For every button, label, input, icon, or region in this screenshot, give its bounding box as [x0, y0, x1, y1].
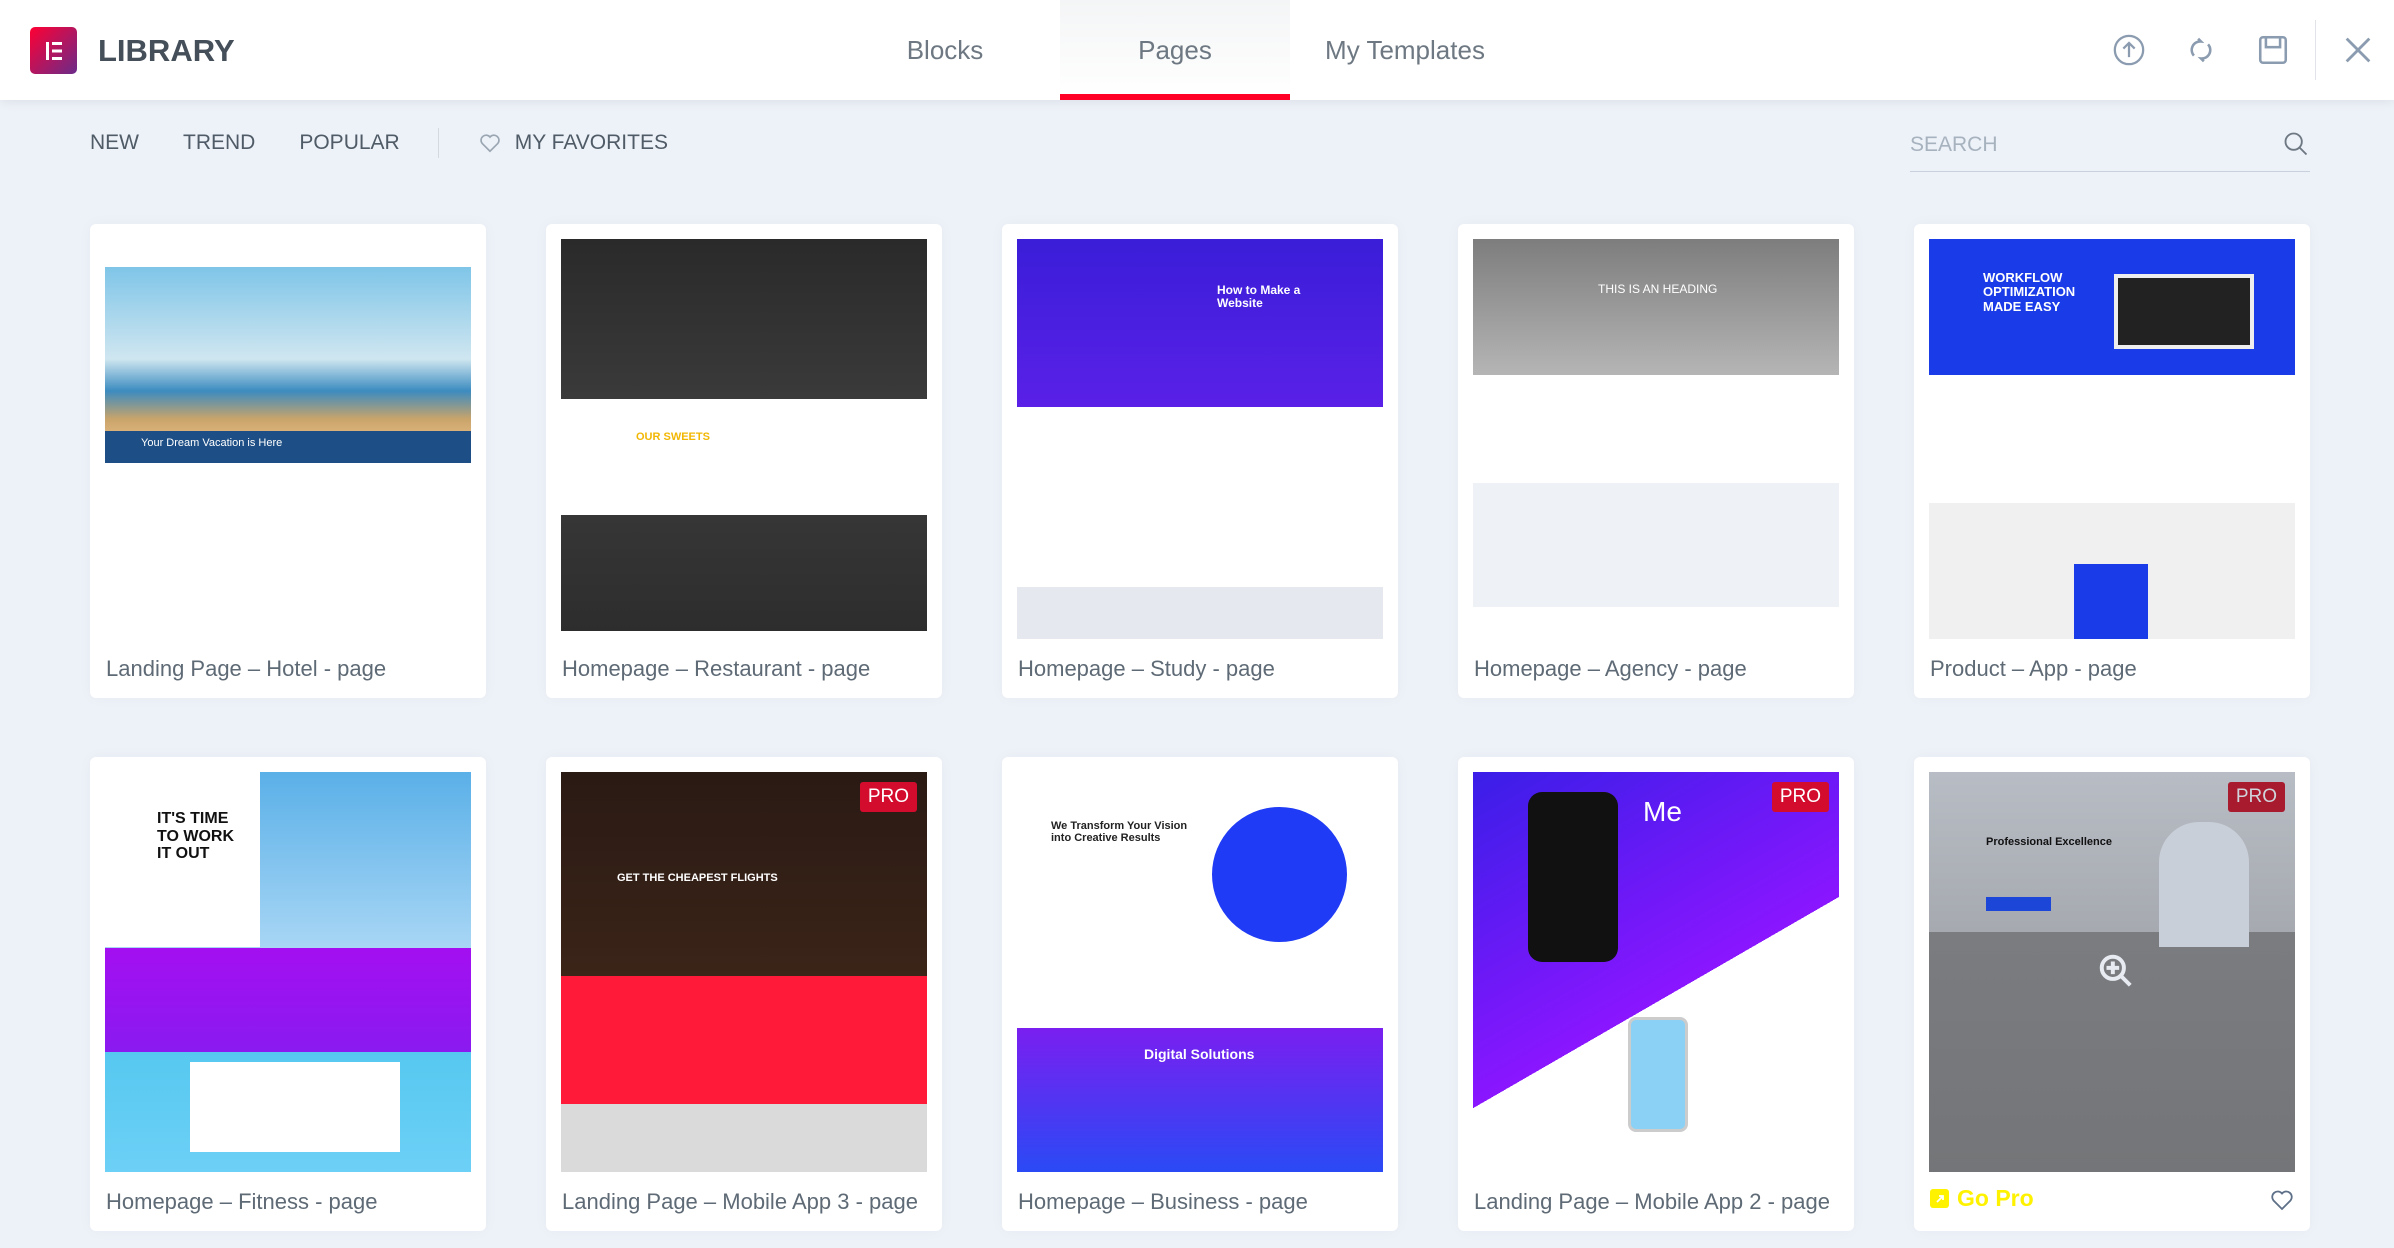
library-tabs: Blocks Pages My Templates: [830, 0, 1520, 100]
template-thumbnail[interactable]: Your Dream Vacation is Here: [105, 239, 471, 639]
template-title: Product – App - page: [1930, 656, 2137, 681]
template-card[interactable]: How to Make a Website Homepage – Study - …: [1002, 224, 1398, 698]
search-icon[interactable]: [2282, 130, 2310, 158]
thumbnail-text: Professional Excellence: [1986, 836, 2112, 848]
thumbnail-text: Your Dream Vacation is Here: [141, 437, 283, 449]
pro-badge: PRO: [859, 782, 917, 812]
template-title: Landing Page – Hotel - page: [106, 656, 387, 681]
upload-button[interactable]: [2093, 0, 2165, 100]
template-thumbnail[interactable]: Me PRO: [1473, 772, 1839, 1172]
filter-bar: NEW TREND POPULAR MY FAVORITES: [90, 128, 668, 158]
tab-pages[interactable]: Pages: [1060, 0, 1290, 100]
close-button[interactable]: [2322, 0, 2394, 100]
template-title: Homepage – Business - page: [1018, 1189, 1308, 1214]
filter-trend[interactable]: TREND: [183, 131, 255, 155]
favorite-heart-icon[interactable]: [2270, 1189, 2294, 1211]
search-box: [1910, 126, 2310, 172]
close-icon: [2345, 37, 2371, 63]
template-card[interactable]: WORKFLOW OPTIMIZATION MADE EASY Product –…: [1914, 224, 2310, 698]
filter-divider: [437, 128, 439, 158]
template-grid: Your Dream Vacation is Here Landing Page …: [90, 224, 2310, 1231]
template-card[interactable]: OUR SWEETS Homepage – Restaurant - page: [546, 224, 942, 698]
library-header: LIBRARY Blocks Pages My Templates: [0, 0, 2394, 100]
pro-badge: PRO: [1771, 782, 1829, 812]
filter-my-favorites[interactable]: MY FAVORITES: [479, 131, 668, 155]
template-card[interactable]: IT'S TIME TO WORK IT OUT Homepage – Fitne…: [90, 757, 486, 1231]
template-thumbnail[interactable]: THIS IS AN HEADING: [1473, 239, 1839, 639]
template-title: Landing Page – Mobile App 2 - page: [1474, 1189, 1830, 1214]
filter-popular[interactable]: POPULAR: [299, 131, 399, 155]
go-pro-link[interactable]: Go Pro: [1930, 1185, 2034, 1212]
save-button[interactable]: [2237, 0, 2309, 100]
header-divider: [2315, 20, 2316, 80]
library-title: LIBRARY: [98, 33, 235, 68]
template-card[interactable]: We Transform Your Vision into Creative R…: [1002, 757, 1398, 1231]
thumbnail-text: Me: [1643, 796, 1682, 827]
template-card[interactable]: Professional Excellence PRO Go Pro: [1914, 757, 2310, 1231]
heart-icon: [479, 134, 500, 153]
template-thumbnail[interactable]: WORKFLOW OPTIMIZATION MADE EASY: [1929, 239, 2295, 639]
filter-new[interactable]: NEW: [90, 131, 139, 155]
template-thumbnail[interactable]: How to Make a Website: [1017, 239, 1383, 639]
upload-icon: [2113, 34, 2145, 66]
thumbnail-text: IT'S TIME TO WORK IT OUT: [157, 810, 235, 863]
template-thumbnail[interactable]: IT'S TIME TO WORK IT OUT: [105, 772, 471, 1172]
go-pro-label: Go Pro: [1957, 1185, 2034, 1211]
template-title: Landing Page – Mobile App 3 - page: [562, 1189, 918, 1214]
my-favorites-label: MY FAVORITES: [514, 131, 668, 154]
sync-button[interactable]: [2165, 0, 2237, 100]
template-title: Homepage – Restaurant - page: [562, 656, 871, 681]
thumbnail-text: GET THE CHEAPEST FLIGHTS: [617, 872, 778, 884]
template-title: Homepage – Study - page: [1018, 656, 1275, 681]
save-icon: [2258, 35, 2288, 65]
template-card[interactable]: Your Dream Vacation is Here Landing Page …: [90, 224, 486, 698]
elementor-logo: [30, 27, 77, 74]
search-input[interactable]: [1910, 126, 2260, 164]
sync-icon: [2190, 37, 2212, 63]
thumbnail-text: THIS IS AN HEADING: [1598, 282, 1718, 296]
template-thumbnail[interactable]: GET THE CHEAPEST FLIGHTS PRO: [561, 772, 927, 1172]
pro-badge: PRO: [2227, 782, 2285, 812]
template-card[interactable]: THIS IS AN HEADING Homepage – Agency - pa…: [1458, 224, 1854, 698]
zoom-in-icon[interactable]: [2097, 952, 2135, 990]
template-thumbnail[interactable]: OUR SWEETS: [561, 239, 927, 639]
template-card[interactable]: GET THE CHEAPEST FLIGHTS PRO Landing Page …: [546, 757, 942, 1231]
tab-my-templates[interactable]: My Templates: [1290, 0, 1520, 100]
template-title: Homepage – Agency - page: [1474, 656, 1747, 681]
template-title: Homepage – Fitness - page: [106, 1189, 378, 1214]
thumbnail-text: OUR SWEETS: [636, 431, 710, 443]
external-link-icon: [1930, 1189, 1949, 1208]
template-card[interactable]: Me PRO Landing Page – Mobile App 2 - page: [1458, 757, 1854, 1231]
template-thumbnail[interactable]: Professional Excellence PRO: [1929, 772, 2295, 1172]
thumbnail-text: Digital Solutions: [1144, 1046, 1255, 1062]
template-thumbnail[interactable]: We Transform Your Vision into Creative R…: [1017, 772, 1383, 1172]
thumbnail-text: WORKFLOW OPTIMIZATION MADE EASY: [1983, 270, 2076, 314]
thumbnail-text: How to Make a Website: [1217, 283, 1301, 311]
tab-blocks[interactable]: Blocks: [830, 0, 1060, 100]
